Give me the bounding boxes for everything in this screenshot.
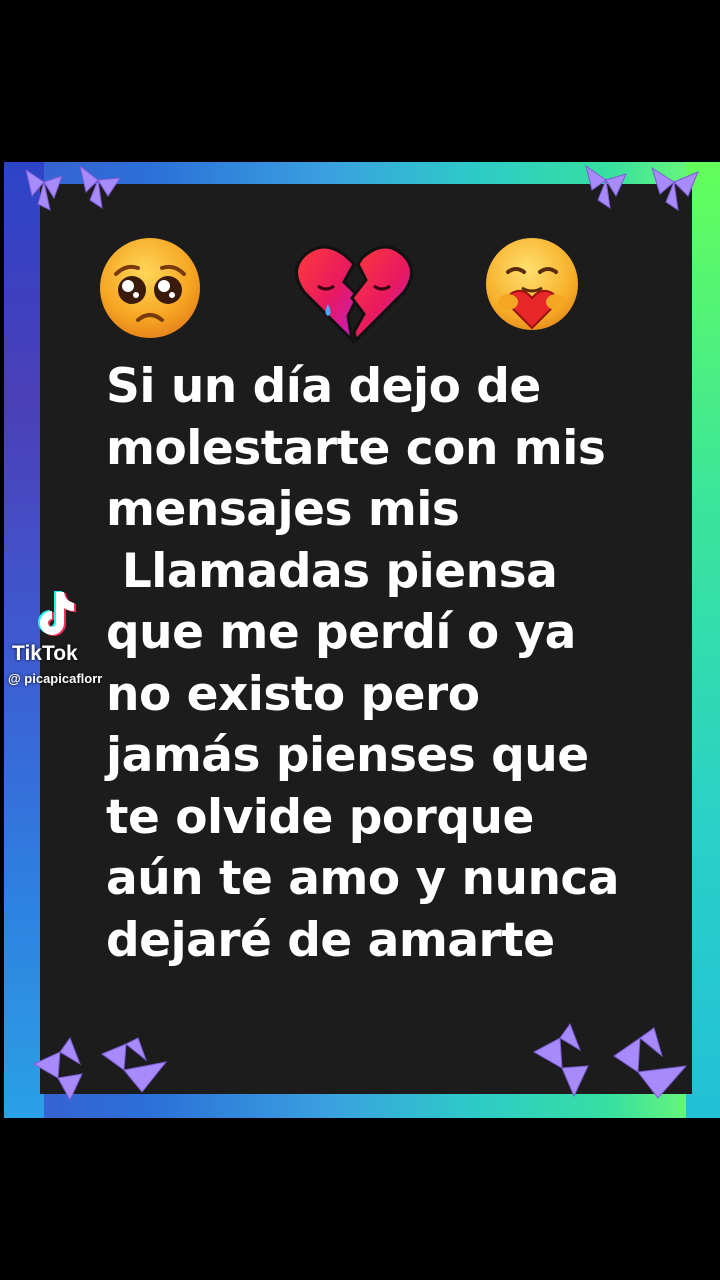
hugging-heart-face-icon	[486, 238, 578, 330]
message-line: Llamadas piensa	[106, 543, 558, 599]
broken-heart-icon	[295, 245, 413, 344]
butterfly-icon	[25, 164, 121, 211]
message-line: jamás pienses que	[106, 728, 589, 783]
butterfly-icon	[532, 1022, 688, 1099]
butterfly-icon	[585, 164, 699, 212]
tiktok-brand: TikTok	[12, 642, 78, 665]
butterfly-icon	[32, 1036, 168, 1102]
message-text: Si un día dejo de molestarte con mis men…	[106, 356, 666, 971]
message-line: te olvide porque	[106, 789, 534, 845]
message-line: mensajes mis	[106, 482, 460, 537]
pleading-face-icon	[100, 238, 200, 338]
tiktok-handle: @ picapicaflorr	[8, 671, 103, 686]
tiktok-watermark: TikTok @ picapicaflorr	[8, 588, 118, 698]
message-line: aún te amo y nunca	[106, 851, 620, 906]
message-line: Si un día dejo de	[106, 359, 541, 414]
message-line: no existo pero	[106, 666, 480, 722]
tiktok-logo-icon	[38, 591, 76, 636]
message-line: que me perdí o ya	[106, 605, 576, 660]
message-panel: Si un día dejo de molestarte con mis men…	[40, 184, 692, 1094]
message-line: molestarte con mis	[106, 420, 606, 476]
emoji-row	[40, 236, 692, 356]
message-line: dejaré de amarte	[106, 912, 555, 968]
